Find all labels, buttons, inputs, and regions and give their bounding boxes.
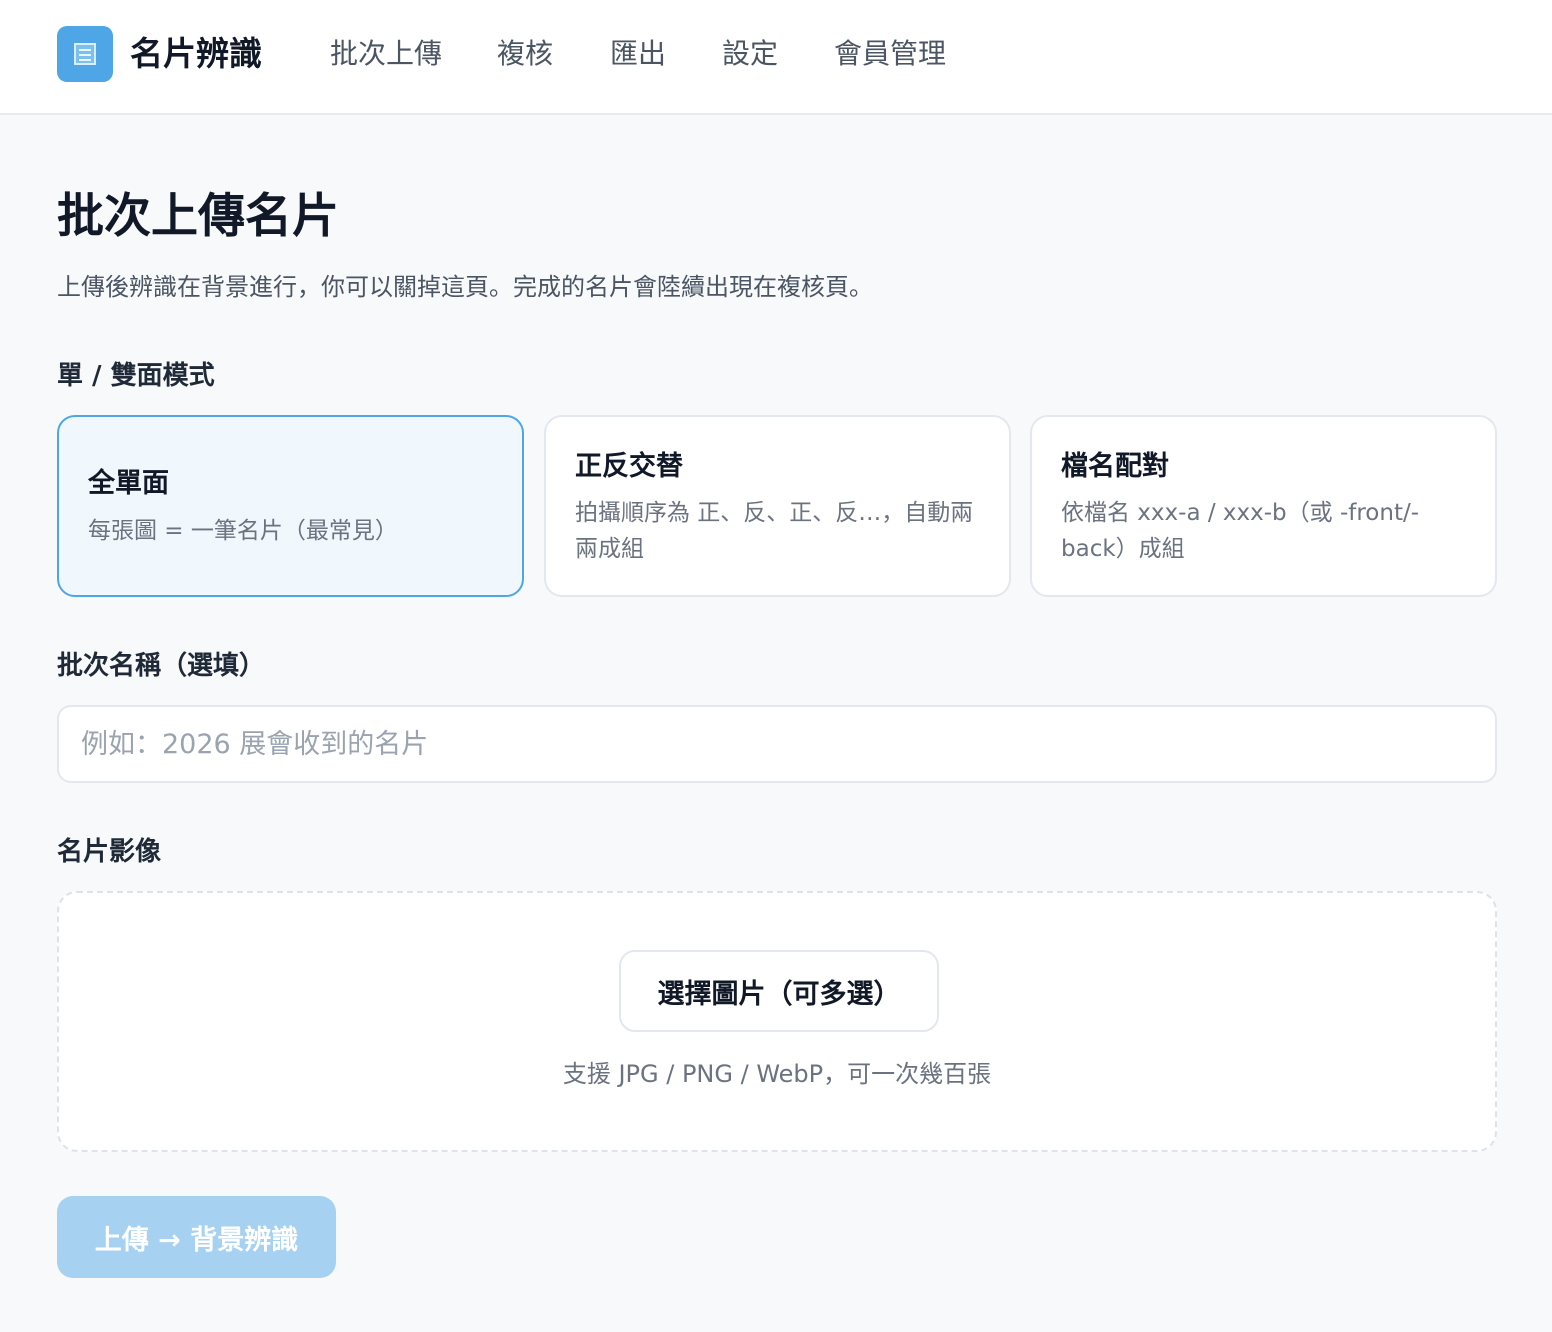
choose-images-button[interactable]: 選擇圖片（可多選） (619, 950, 939, 1032)
upload-submit-button[interactable]: 上傳 → 背景辨識 (57, 1196, 336, 1278)
mode-option-title: 全單面 (88, 468, 169, 499)
nav-settings[interactable]: 設定 (722, 30, 778, 78)
main-nav: 批次上傳 複核 匯出 設定 會員管理 (0, 30, 1552, 78)
page-subtitle: 上傳後辨識在背景進行，你可以關掉這頁。完成的名片會陸續出現在複核頁。 (57, 273, 873, 301)
mode-section-label: 單 / 雙面模式 (57, 361, 215, 391)
mode-option-alternating[interactable]: 正反交替 拍攝順序為 正、反、正、反…，自動兩兩成組 (544, 415, 1011, 597)
nav-batch-upload[interactable]: 批次上傳 (330, 30, 442, 78)
supported-formats-hint: 支援 JPG / PNG / WebP，可一次幾百張 (562, 1060, 992, 1088)
mode-option-title: 正反交替 (575, 451, 683, 482)
batch-name-label: 批次名稱（選填） (57, 651, 266, 681)
batch-name-input[interactable] (57, 705, 1497, 783)
nav-export[interactable]: 匯出 (610, 30, 666, 78)
image-dropzone[interactable]: 選擇圖片（可多選） 支援 JPG / PNG / WebP，可一次幾百張 (57, 891, 1497, 1152)
images-section-label: 名片影像 (57, 837, 162, 867)
mode-option-title: 檔名配對 (1061, 451, 1169, 482)
top-navbar: 名片辨識 批次上傳 複核 匯出 設定 會員管理 (0, 0, 1552, 115)
nav-review[interactable]: 複核 (497, 30, 553, 78)
mode-option-filename-pairing[interactable]: 檔名配對 依檔名 xxx-a / xxx-b（或 -front/-back）成組 (1030, 415, 1497, 597)
mode-option-desc: 拍攝順序為 正、反、正、反…，自動兩兩成組 (575, 500, 974, 562)
mode-option-single-side[interactable]: 全單面 每張圖 = 一筆名片（最常見） (57, 415, 524, 597)
mode-option-desc: 每張圖 = 一筆名片（最常見） (88, 518, 398, 544)
mode-option-desc: 依檔名 xxx-a / xxx-b（或 -front/-back）成組 (1061, 500, 1420, 562)
page-title: 批次上傳名片 (57, 189, 339, 244)
nav-member-management[interactable]: 會員管理 (834, 30, 946, 78)
